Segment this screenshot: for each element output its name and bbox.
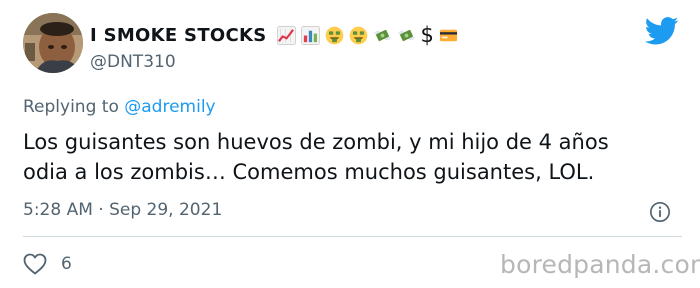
replying-to: Replying to @adremily bbox=[23, 97, 216, 117]
tweet-time: 5:28 AM bbox=[23, 200, 93, 220]
tweet-date: Sep 29, 2021 bbox=[109, 200, 223, 220]
name-emoji-group: $ bbox=[276, 22, 458, 47]
watermark: boredpanda.com bbox=[500, 250, 700, 279]
tweet-text-line: Los guisantes son huevos de zombi, y mi … bbox=[23, 130, 609, 154]
tweet-text: Los guisantes son huevos de zombi, y mi … bbox=[23, 127, 683, 187]
divider bbox=[23, 236, 682, 237]
heavy-dollar-sign-icon: $ bbox=[420, 22, 434, 47]
twitter-bird-icon[interactable] bbox=[645, 17, 679, 45]
like-count: 6 bbox=[61, 254, 72, 274]
tweet-timestamp[interactable]: 5:28 AM · Sep 29, 2021 bbox=[23, 200, 222, 220]
heart-icon bbox=[23, 253, 47, 275]
reply-mention-link[interactable]: @adremily bbox=[124, 97, 215, 117]
tweet-text-line: odia a los zombis… Comemos muchos guisan… bbox=[23, 160, 595, 184]
money-with-wings-icon bbox=[397, 29, 415, 41]
credit-card-icon bbox=[439, 29, 457, 41]
money-mouth-face-icon bbox=[349, 26, 367, 44]
bar-chart-icon bbox=[300, 25, 320, 45]
author-name-row[interactable]: I SMOKE STOCKS $ bbox=[90, 20, 458, 50]
like-button[interactable]: 6 bbox=[23, 252, 72, 276]
timestamp-separator: · bbox=[98, 200, 104, 220]
author-handle[interactable]: @DNT310 bbox=[90, 52, 176, 72]
avatar-photo bbox=[23, 13, 83, 73]
chart-increasing-icon bbox=[276, 25, 296, 45]
money-with-wings-icon bbox=[373, 29, 391, 41]
replying-to-label: Replying to bbox=[23, 97, 125, 117]
author-display-name[interactable]: I SMOKE STOCKS bbox=[90, 25, 267, 46]
info-icon[interactable] bbox=[649, 201, 671, 223]
money-mouth-face-icon bbox=[325, 26, 343, 44]
avatar[interactable] bbox=[23, 13, 83, 73]
